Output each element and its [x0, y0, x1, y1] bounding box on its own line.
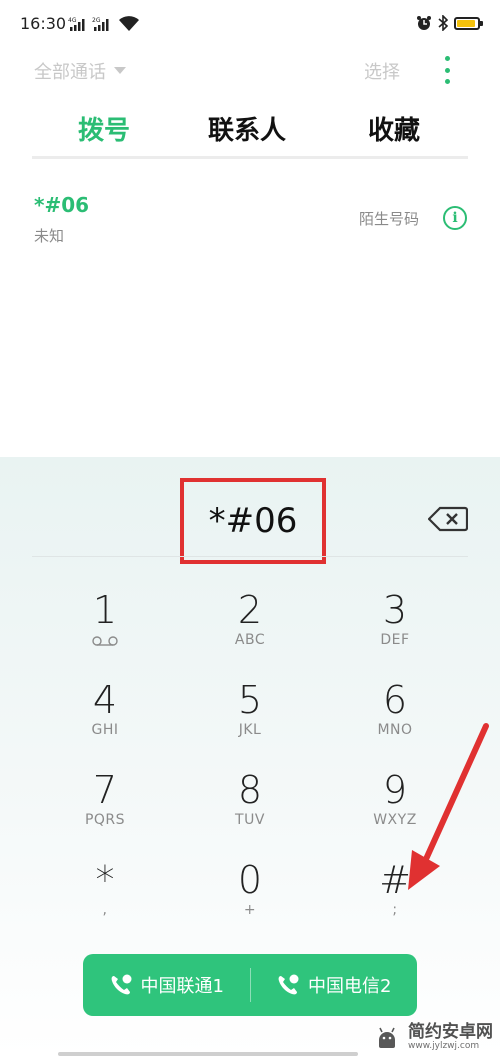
call-sim2-button[interactable]: 中国电信2: [251, 954, 418, 1016]
alarm-icon: [417, 16, 431, 30]
signal-sim2-icon: 2G: [92, 17, 109, 31]
key-digit: 2: [237, 588, 263, 632]
tab-dial[interactable]: 拨号: [78, 110, 130, 147]
key-letters: ,: [102, 902, 108, 918]
key-digit: 0: [237, 858, 263, 902]
key-digit: 7: [92, 768, 118, 812]
call-sim1-button[interactable]: 中国联通1: [83, 954, 250, 1016]
annotation-arrow-icon: [408, 723, 489, 890]
key-7[interactable]: 7 PQRS: [45, 770, 165, 854]
tab-contacts[interactable]: 联系人: [208, 110, 286, 147]
key-letters: PQRS: [84, 812, 126, 828]
watermark-url: www.jylzwj.com: [408, 1041, 480, 1051]
backspace-icon[interactable]: [428, 506, 468, 532]
call-log-location: 未知: [34, 227, 65, 245]
watermark: 简约安卓网 www.jylzwj.com: [372, 1020, 494, 1054]
key-0[interactable]: 0 +: [190, 860, 310, 944]
key-digit: 3: [382, 588, 408, 632]
key-1[interactable]: 1: [45, 590, 165, 674]
sim2-network-label: 2G: [92, 17, 101, 24]
key-digit: 1: [92, 588, 118, 632]
phone-sim2-icon: [278, 974, 299, 995]
key-5[interactable]: 5 JKL: [190, 680, 310, 764]
status-time: 16:30: [20, 14, 67, 33]
more-options-icon[interactable]: [440, 56, 454, 84]
key-digit: 6: [382, 678, 408, 722]
sim1-network-label: 4G: [68, 17, 77, 24]
call-log-number[interactable]: *#06: [34, 193, 89, 217]
key-letters: DEF: [380, 632, 410, 648]
bluetooth-icon: [438, 15, 448, 31]
chevron-down-icon: [114, 67, 126, 74]
call-sim1-label: 中国联通1: [140, 976, 224, 997]
key-8[interactable]: 8 TUV: [190, 770, 310, 854]
key-letters: JKL: [238, 722, 262, 738]
key-letters: ABC: [234, 632, 266, 648]
watermark-logo-icon: [379, 1027, 395, 1048]
key-letters: ;: [392, 902, 398, 918]
phone-sim1-icon: [111, 974, 132, 995]
call-sim2-label: 中国电信2: [308, 976, 392, 997]
key-letters: GHI: [91, 722, 119, 738]
signal-sim1-icon: 4G: [68, 17, 85, 31]
call-filter-dropdown[interactable]: 全部通话: [34, 58, 126, 84]
watermark-title: 简约安卓网: [408, 1022, 493, 1042]
key-digit: 4: [92, 678, 118, 722]
key-star[interactable]: * ,: [45, 860, 165, 944]
key-digit: *: [95, 858, 115, 902]
battery-icon: [454, 16, 483, 30]
key-letters: +: [243, 902, 257, 918]
select-button[interactable]: 选择: [364, 58, 400, 84]
dialed-number-display: *#06: [180, 478, 326, 564]
key-3[interactable]: 3 DEF: [335, 590, 455, 674]
call-filter-label: 全部通话: [34, 62, 106, 83]
key-digit: 5: [237, 678, 263, 722]
status-right: [416, 12, 483, 34]
key-digit: 8: [237, 768, 263, 812]
tab-divider: [32, 156, 468, 159]
dial-divider: [32, 556, 468, 557]
tab-favorites[interactable]: 收藏: [368, 110, 420, 147]
key-4[interactable]: 4 GHI: [45, 680, 165, 764]
call-button-bar: 中国联通1 中国电信2: [83, 954, 417, 1016]
key-2[interactable]: 2 ABC: [190, 590, 310, 674]
voicemail-icon: [92, 636, 118, 646]
call-log-tag: 陌生号码: [359, 210, 420, 228]
info-icon[interactable]: i: [443, 206, 467, 230]
wifi-icon: [119, 16, 139, 31]
key-letters: TUV: [235, 812, 265, 828]
home-indicator: [58, 1052, 358, 1056]
